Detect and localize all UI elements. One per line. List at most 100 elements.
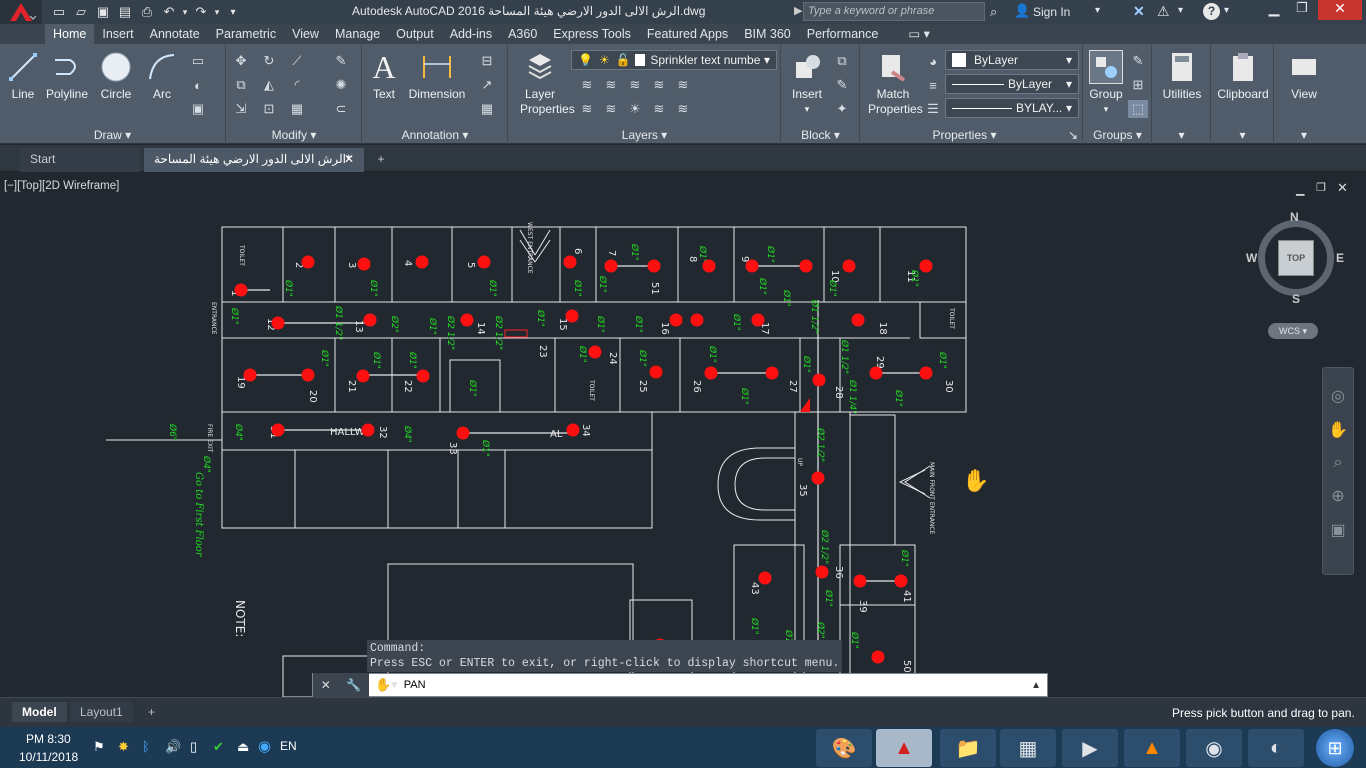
view-button[interactable]: View [1277,50,1331,102]
close-window-icon[interactable]: ✕ [1318,0,1362,20]
minimize-window-icon[interactable]: ▁ [1260,0,1288,20]
undo-icon[interactable]: ↶ [158,2,180,22]
media-player-taskbar-icon[interactable]: ▶ [1062,729,1118,767]
compass-east[interactable]: E [1336,251,1344,265]
a360-icon[interactable]: ⚠ [1157,3,1170,20]
scale-icon[interactable]: ⊡ [259,100,279,118]
tab-manage[interactable]: Manage [327,24,388,44]
group-edit-icon[interactable]: ⊞ [1128,76,1148,94]
viewport-close-icon[interactable]: ✕ [1337,180,1348,196]
tab-add-ins[interactable]: Add-ins [442,24,500,44]
layer-properties-button[interactable]: Layer Properties [515,50,575,117]
tab-output[interactable]: Output [388,24,442,44]
save-as-icon[interactable]: ▤ [114,2,136,22]
tab-view[interactable]: View [284,24,327,44]
command-input[interactable]: PAN [404,679,1031,691]
clock-time[interactable]: PM 8:30 [26,732,71,746]
restore-window-icon[interactable]: ❐ [1288,0,1316,20]
tab-insert[interactable]: Insert [94,24,141,44]
draw-panel-title[interactable]: Draw ▾ [0,128,225,142]
linetype-dropdown[interactable]: ByLayer ▾ [945,74,1079,94]
sign-in-dropdown-icon[interactable]: ▾ [1095,5,1100,16]
groups-panel-title[interactable]: Groups ▾ [1084,128,1151,142]
viewcube[interactable]: TOP N S E W [1246,210,1344,306]
firefox-taskbar-icon[interactable]: ◐ [1248,729,1304,767]
add-layout-button[interactable]: + [138,702,165,722]
language-globe-icon[interactable]: ◉ [258,737,271,755]
table-icon[interactable]: ▦ [477,100,497,118]
match-properties-button[interactable]: Match Properties [865,50,923,117]
region-icon[interactable]: ▣ [188,100,208,118]
layer-on-icon[interactable]: ☀ [625,100,645,118]
viewport-minimize-icon[interactable]: ▁ [1296,183,1304,196]
explode-icon[interactable]: ✺ [331,76,351,94]
view-dropdown-icon[interactable]: ▾ [1275,128,1333,142]
clipboard-button[interactable]: Clipboard [1214,50,1272,102]
tab-bim-360[interactable]: BIM 360 [736,24,799,44]
exchange-apps-icon[interactable]: ✕ [1133,3,1145,20]
explorer-taskbar-icon[interactable]: 📁 [940,729,996,767]
showmotion-icon[interactable]: ▣ [1323,520,1353,540]
tab-performance[interactable]: Performance [799,24,887,44]
array-icon[interactable]: ▦ [287,100,307,118]
rotate-icon[interactable]: ↻ [259,52,279,70]
steering-wheel-icon[interactable]: ◎ [1323,386,1353,406]
layer-dropdown[interactable]: 💡 ☀ 🔓 Sprinkler text numbe ▾ [571,50,777,70]
layer-isolate-icon[interactable]: ≋ [601,76,621,94]
copy-icon[interactable]: ⧉ [231,76,251,94]
trim-icon[interactable]: ⟋ [287,52,307,70]
windows-start-button[interactable]: ⊞ [1316,729,1354,767]
modify-panel-title[interactable]: Modify ▾ [227,128,361,142]
circle-button[interactable]: Circle [96,50,136,102]
layer-walk-icon[interactable]: ≋ [673,76,693,94]
sign-in-link[interactable]: Sign In [1033,5,1070,19]
print-icon[interactable]: ⎙ [136,2,158,22]
save-icon[interactable]: ▣ [92,2,114,22]
tab-layout1[interactable]: Layout1 [70,702,133,722]
help-dropdown-icon[interactable]: ▾ [1224,5,1229,16]
stay-connected-dropdown-icon[interactable]: ▾ [1178,5,1183,16]
bluetooth-icon[interactable]: ᛒ [142,739,150,754]
layer-match-icon[interactable]: ≋ [577,100,597,118]
fillet-icon[interactable]: ◜ [287,76,307,94]
viewport-controls-label[interactable]: [−][Top][2D Wireframe] [4,180,119,192]
binoculars-icon[interactable]: ⌕ [990,4,997,20]
tab-a360[interactable]: A360 [500,24,545,44]
tab-start[interactable]: Start [20,148,140,172]
utilities-button[interactable]: Utilities [1155,50,1209,102]
ribbon-options-icon[interactable]: ▭ ▾ [900,24,938,44]
edit-block-icon[interactable]: ✎ [832,76,852,94]
wcs-menu[interactable]: WCS ▾ [1268,323,1318,339]
properties-panel-title[interactable]: Properties ▾ ↘ [861,128,1082,142]
command-history-toggle-icon[interactable]: ▲ [1031,680,1041,691]
customize-wrench-icon[interactable]: 🔧 [346,678,361,692]
redo-dropdown-icon[interactable]: ▾ [212,2,222,22]
move-icon[interactable]: ✥ [231,52,251,70]
autocad-logo-button[interactable] [0,0,42,24]
linear-dim-icon[interactable]: ⊟ [477,52,497,70]
compass-north[interactable]: N [1290,210,1299,224]
lineweight-dropdown[interactable]: BYLAY... ▾ [945,98,1079,118]
redo-icon[interactable]: ↷ [190,2,212,22]
leader-icon[interactable]: ↗ [477,76,497,94]
viewcube-top-face[interactable]: TOP [1278,240,1314,276]
drawing-canvas[interactable]: HALLW AL WEST ENTRANCE ENTRANCE MAIN FRO… [0,173,1366,697]
network-warning-icon[interactable]: ✸ [118,739,129,755]
create-block-icon[interactable]: ⧉ [832,52,852,70]
new-icon[interactable]: ▭ [48,2,70,22]
erase-icon[interactable]: ✎ [331,52,351,70]
zoom-icon[interactable]: ⌕ [1323,454,1353,472]
input-language[interactable]: EN [280,739,297,753]
power-icon[interactable]: ▯ [190,739,197,755]
color-dropdown[interactable]: ByLayer ▾ [945,50,1079,70]
tab-home[interactable]: Home [45,24,95,44]
search-expand-icon[interactable]: ▶ [794,4,802,17]
pan-icon[interactable]: ✋ [1323,420,1353,440]
vlc-taskbar-icon[interactable]: ▲ [1124,729,1180,767]
ungroup-icon[interactable]: ✎ [1128,52,1148,70]
layer-off-icon[interactable]: ≋ [577,76,597,94]
annotation-panel-title[interactable]: Annotation ▾ [363,128,507,142]
pan-command-icon[interactable]: ✋▾ [375,677,398,693]
command-line[interactable]: ✕ 🔧 ✋▾ PAN ▲ [312,673,1048,697]
clipboard-dropdown-icon[interactable]: ▾ [1212,128,1273,142]
